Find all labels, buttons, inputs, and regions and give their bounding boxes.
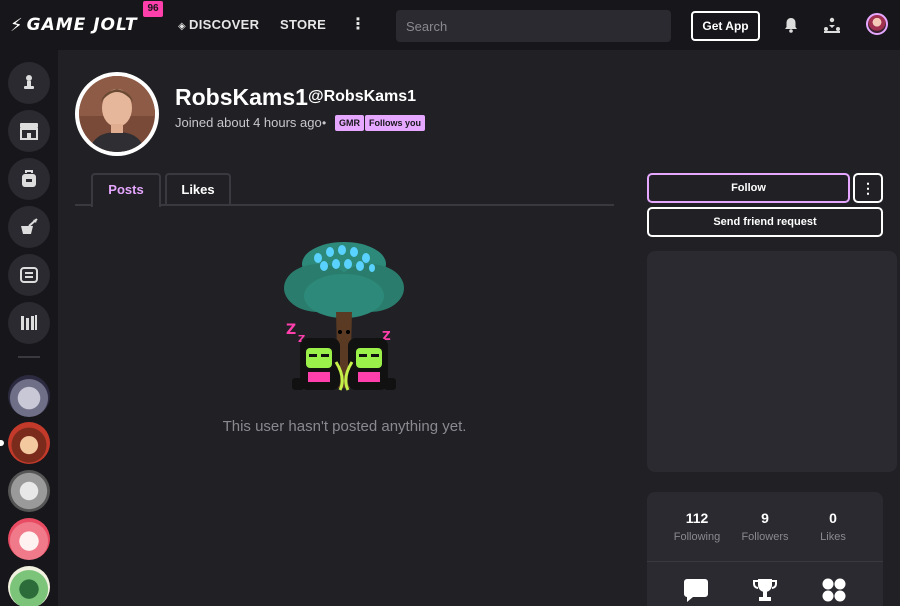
stat-likes[interactable]: 0 Likes bbox=[798, 510, 868, 543]
profile-joined-date: Joined about 4 hours ago bbox=[175, 115, 322, 130]
send-friend-request-button[interactable]: Send friend request bbox=[647, 207, 883, 237]
left-sidebar bbox=[0, 50, 58, 606]
tab-likes[interactable]: Likes bbox=[165, 173, 231, 206]
empty-posts-message: This user hasn't posted anything yet. bbox=[222, 418, 467, 435]
stat-followers-value: 9 bbox=[761, 510, 769, 526]
tab-posts[interactable]: Posts bbox=[91, 173, 161, 207]
svg-text:Z: Z bbox=[286, 322, 296, 338]
sidebar-backpack-icon[interactable] bbox=[8, 158, 50, 200]
nav-discover-link[interactable]: ◈ DISCOVER bbox=[178, 17, 259, 32]
active-indicator bbox=[0, 440, 4, 446]
stat-followers[interactable]: 9 Followers bbox=[730, 510, 800, 543]
sidebar-news-icon[interactable] bbox=[8, 254, 50, 296]
stat-likes-label: Likes bbox=[820, 531, 846, 543]
activity-icon[interactable] bbox=[822, 15, 842, 35]
sidebar-community-avatar[interactable] bbox=[8, 375, 50, 417]
notification-level-badge: 96 bbox=[143, 1, 163, 17]
nav-more-icon[interactable]: ⋮ bbox=[350, 14, 366, 34]
sidebar-community-avatar[interactable] bbox=[8, 518, 50, 560]
stats-panel: 112 Following 9 Followers 0 Likes bbox=[647, 492, 883, 606]
stat-following-value: 112 bbox=[685, 510, 709, 526]
sidebar-game-controller-icon[interactable] bbox=[8, 62, 50, 104]
sidebar-quest-icon[interactable] bbox=[8, 206, 50, 248]
bolt-icon: ⚡ bbox=[10, 14, 23, 35]
bell-icon[interactable] bbox=[781, 15, 801, 35]
more-options-button[interactable]: ⋮ bbox=[853, 173, 883, 203]
stat-likes-value: 0 bbox=[829, 510, 837, 526]
stat-followers-label: Followers bbox=[741, 531, 789, 543]
follows-you-badge: Follows you bbox=[365, 115, 426, 131]
stats-divider bbox=[647, 561, 883, 562]
logo-text: GAME JOLT bbox=[26, 15, 138, 35]
user-avatar[interactable] bbox=[866, 13, 888, 35]
stat-following-label: Following bbox=[673, 531, 721, 543]
sidebar-store-icon[interactable] bbox=[8, 110, 50, 152]
sidebar-community-avatar[interactable] bbox=[8, 422, 50, 464]
nav-store-link[interactable]: STORE bbox=[280, 17, 326, 32]
sleeping-tree-illustration: Z Z Z bbox=[278, 238, 410, 398]
top-navbar: ⚡ GAME JOLT 96 ◈DISCOVER STORE ⋮ Get App bbox=[0, 0, 900, 50]
sidebar-community-avatar[interactable] bbox=[8, 470, 50, 512]
profile-info-panel bbox=[647, 251, 897, 472]
stat-following[interactable]: 112 Following bbox=[662, 510, 732, 543]
search-input[interactable] bbox=[396, 10, 671, 42]
trophy-icon[interactable] bbox=[752, 577, 778, 603]
compass-icon: ◈ bbox=[178, 21, 186, 32]
chat-icon[interactable] bbox=[683, 577, 709, 603]
sidebar-community-avatar[interactable] bbox=[8, 566, 50, 606]
sidebar-library-icon[interactable] bbox=[8, 302, 50, 344]
separator-dot: • bbox=[322, 116, 327, 130]
get-app-button[interactable]: Get App bbox=[691, 11, 760, 41]
gmr-badge[interactable]: GMR bbox=[335, 115, 364, 131]
gamejolt-logo[interactable]: ⚡ GAME JOLT bbox=[10, 14, 138, 36]
four-dots-icon[interactable] bbox=[821, 577, 847, 603]
profile-display-name: RobsKams1 bbox=[175, 84, 308, 110]
follow-button[interactable]: Follow bbox=[647, 173, 850, 203]
profile-handle: @RobsKams1 bbox=[308, 88, 417, 105]
sidebar-divider bbox=[18, 356, 40, 358]
profile-avatar[interactable] bbox=[75, 72, 159, 156]
nav-discover-label: DISCOVER bbox=[189, 17, 260, 32]
